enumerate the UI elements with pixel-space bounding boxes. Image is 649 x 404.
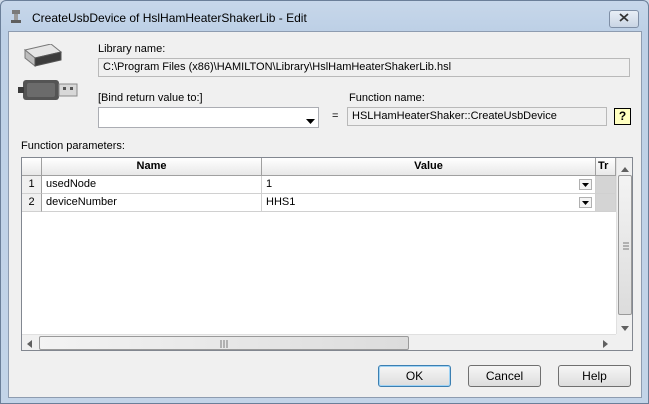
function-parameters-label: Function parameters: — [21, 140, 125, 152]
library-path-field: C:\Program Files (x86)\HAMILTON\Library\… — [98, 58, 630, 77]
param-tr-cell[interactable] — [596, 176, 616, 194]
vertical-scrollbar[interactable] — [616, 158, 632, 334]
scroll-up-icon[interactable] — [621, 163, 629, 175]
horizontal-scroll-thumb[interactable] — [39, 336, 409, 350]
chevron-down-icon[interactable] — [579, 197, 592, 208]
param-name-cell[interactable]: deviceNumber — [42, 194, 262, 212]
dialog-client: Library name: C:\Program Files (x86)\HAM… — [8, 31, 642, 398]
param-value-cell[interactable]: 1 — [262, 176, 596, 194]
chevron-down-icon[interactable] — [306, 115, 315, 124]
dialog-window: CreateUsbDevice of HslHamHeaterShakerLib… — [0, 0, 649, 404]
scroll-right-icon[interactable] — [603, 339, 608, 350]
column-header-name[interactable]: Name — [42, 158, 262, 176]
chevron-down-icon[interactable] — [579, 179, 592, 190]
function-name-label: Function name: — [349, 92, 425, 104]
row-number: 1 — [22, 176, 42, 194]
bind-return-combo[interactable] — [98, 107, 319, 128]
usb-device-icon — [15, 43, 81, 106]
help-button[interactable]: Help — [558, 365, 631, 387]
ok-button[interactable]: OK — [378, 365, 451, 387]
close-button[interactable] — [609, 10, 639, 28]
cancel-button[interactable]: Cancel — [468, 365, 541, 387]
scroll-down-icon[interactable] — [621, 322, 629, 334]
equals-sign: = — [332, 110, 339, 122]
scrollbar-corner — [616, 334, 632, 350]
column-header-tr[interactable]: Tr — [596, 158, 616, 176]
help-question-icon[interactable]: ? — [614, 108, 631, 125]
vertical-scroll-thumb[interactable] — [618, 175, 632, 315]
bind-return-label: [Bind return value to:] — [98, 92, 203, 104]
function-name-field: HSLHamHeaterShaker::CreateUsbDevice — [347, 107, 607, 126]
param-name-cell[interactable]: usedNode — [42, 176, 262, 194]
library-name-label: Library name: — [98, 43, 166, 55]
close-icon — [619, 13, 629, 25]
row-number: 2 — [22, 194, 42, 212]
tool-icon — [9, 8, 25, 24]
window-title: CreateUsbDevice of HslHamHeaterShakerLib… — [32, 11, 307, 25]
horizontal-scrollbar[interactable] — [22, 334, 616, 350]
param-tr-cell[interactable] — [596, 194, 616, 212]
param-value-text: HHS1 — [266, 196, 296, 208]
column-header-value[interactable]: Value — [262, 158, 596, 176]
param-value-text: 1 — [266, 178, 273, 190]
title-bar[interactable]: CreateUsbDevice of HslHamHeaterShakerLib… — [1, 1, 648, 31]
param-value-cell[interactable]: HHS1 — [262, 194, 596, 212]
grid-corner-header — [22, 158, 42, 176]
scroll-left-icon[interactable] — [27, 339, 32, 350]
parameters-grid: Name Value Tr 1 usedNode 1 2 deviceNumbe… — [21, 157, 633, 351]
